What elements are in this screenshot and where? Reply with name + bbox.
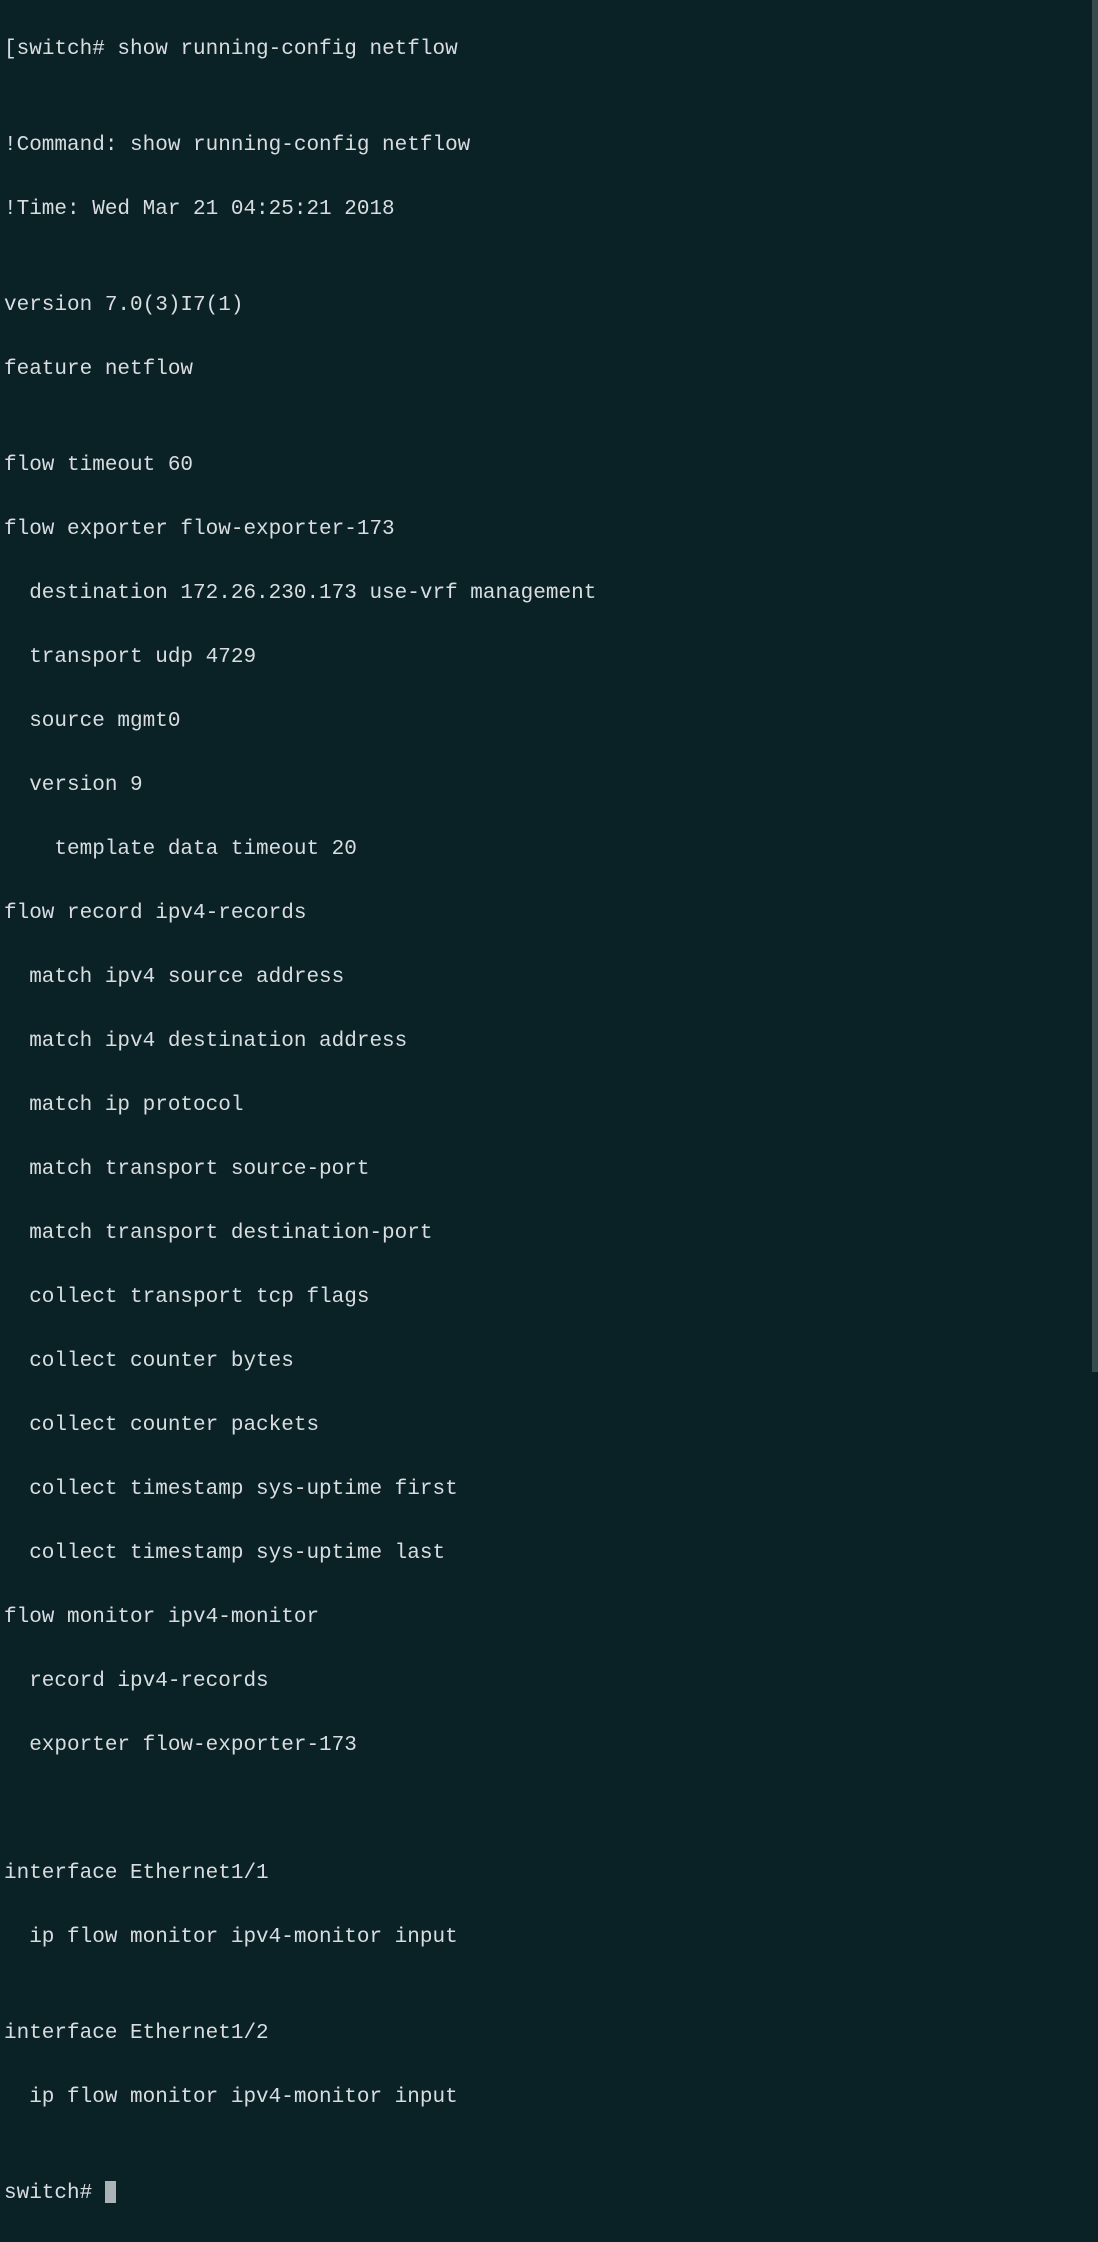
output-line: interface Ethernet1/1 bbox=[4, 1858, 1094, 1890]
output-line: collect timestamp sys-uptime first bbox=[4, 1474, 1094, 1506]
output-line: flow exporter flow-exporter-173 bbox=[4, 514, 1094, 546]
output-line: collect timestamp sys-uptime last bbox=[4, 1538, 1094, 1570]
output-line: source mgmt0 bbox=[4, 706, 1094, 738]
command-line-1: [switch# show running-config netflow bbox=[4, 34, 1094, 66]
output-line: ip flow monitor ipv4-monitor input bbox=[4, 1922, 1094, 1954]
output-line: match ipv4 destination address bbox=[4, 1026, 1094, 1058]
output-line: collect counter packets bbox=[4, 1410, 1094, 1442]
output-line: destination 172.26.230.173 use-vrf manag… bbox=[4, 578, 1094, 610]
output-line: match ipv4 source address bbox=[4, 962, 1094, 994]
terminal-output[interactable]: [switch# show running-config netflow !Co… bbox=[4, 2, 1094, 2242]
output-line: match transport destination-port bbox=[4, 1218, 1094, 1250]
prompt-bracket: [ bbox=[4, 38, 17, 61]
output-line: match transport source-port bbox=[4, 1154, 1094, 1186]
output-line: match ip protocol bbox=[4, 1090, 1094, 1122]
output-line: flow record ipv4-records bbox=[4, 898, 1094, 930]
output-line: collect counter bytes bbox=[4, 1346, 1094, 1378]
typed-command: show running-config netflow bbox=[105, 38, 458, 61]
command-line-2: switch# bbox=[4, 2178, 1094, 2210]
output-line: collect transport tcp flags bbox=[4, 1282, 1094, 1314]
terminal-cursor[interactable] bbox=[105, 2181, 116, 2203]
output-line: record ipv4-records bbox=[4, 1666, 1094, 1698]
output-line: exporter flow-exporter-173 bbox=[4, 1730, 1094, 1762]
output-line: version 7.0(3)I7(1) bbox=[4, 290, 1094, 322]
prompt-host: switch# bbox=[17, 38, 105, 61]
output-line: interface Ethernet1/2 bbox=[4, 2018, 1094, 2050]
output-line: flow monitor ipv4-monitor bbox=[4, 1602, 1094, 1634]
output-line: !Time: Wed Mar 21 04:25:21 2018 bbox=[4, 194, 1094, 226]
output-line: version 9 bbox=[4, 770, 1094, 802]
output-line: template data timeout 20 bbox=[4, 834, 1094, 866]
prompt-host: switch# bbox=[4, 2182, 105, 2205]
output-line: !Command: show running-config netflow bbox=[4, 130, 1094, 162]
output-line: ip flow monitor ipv4-monitor input bbox=[4, 2082, 1094, 2114]
output-line: flow timeout 60 bbox=[4, 450, 1094, 482]
scrollbar[interactable] bbox=[1092, 0, 1098, 1372]
output-line: transport udp 4729 bbox=[4, 642, 1094, 674]
output-line: feature netflow bbox=[4, 354, 1094, 386]
